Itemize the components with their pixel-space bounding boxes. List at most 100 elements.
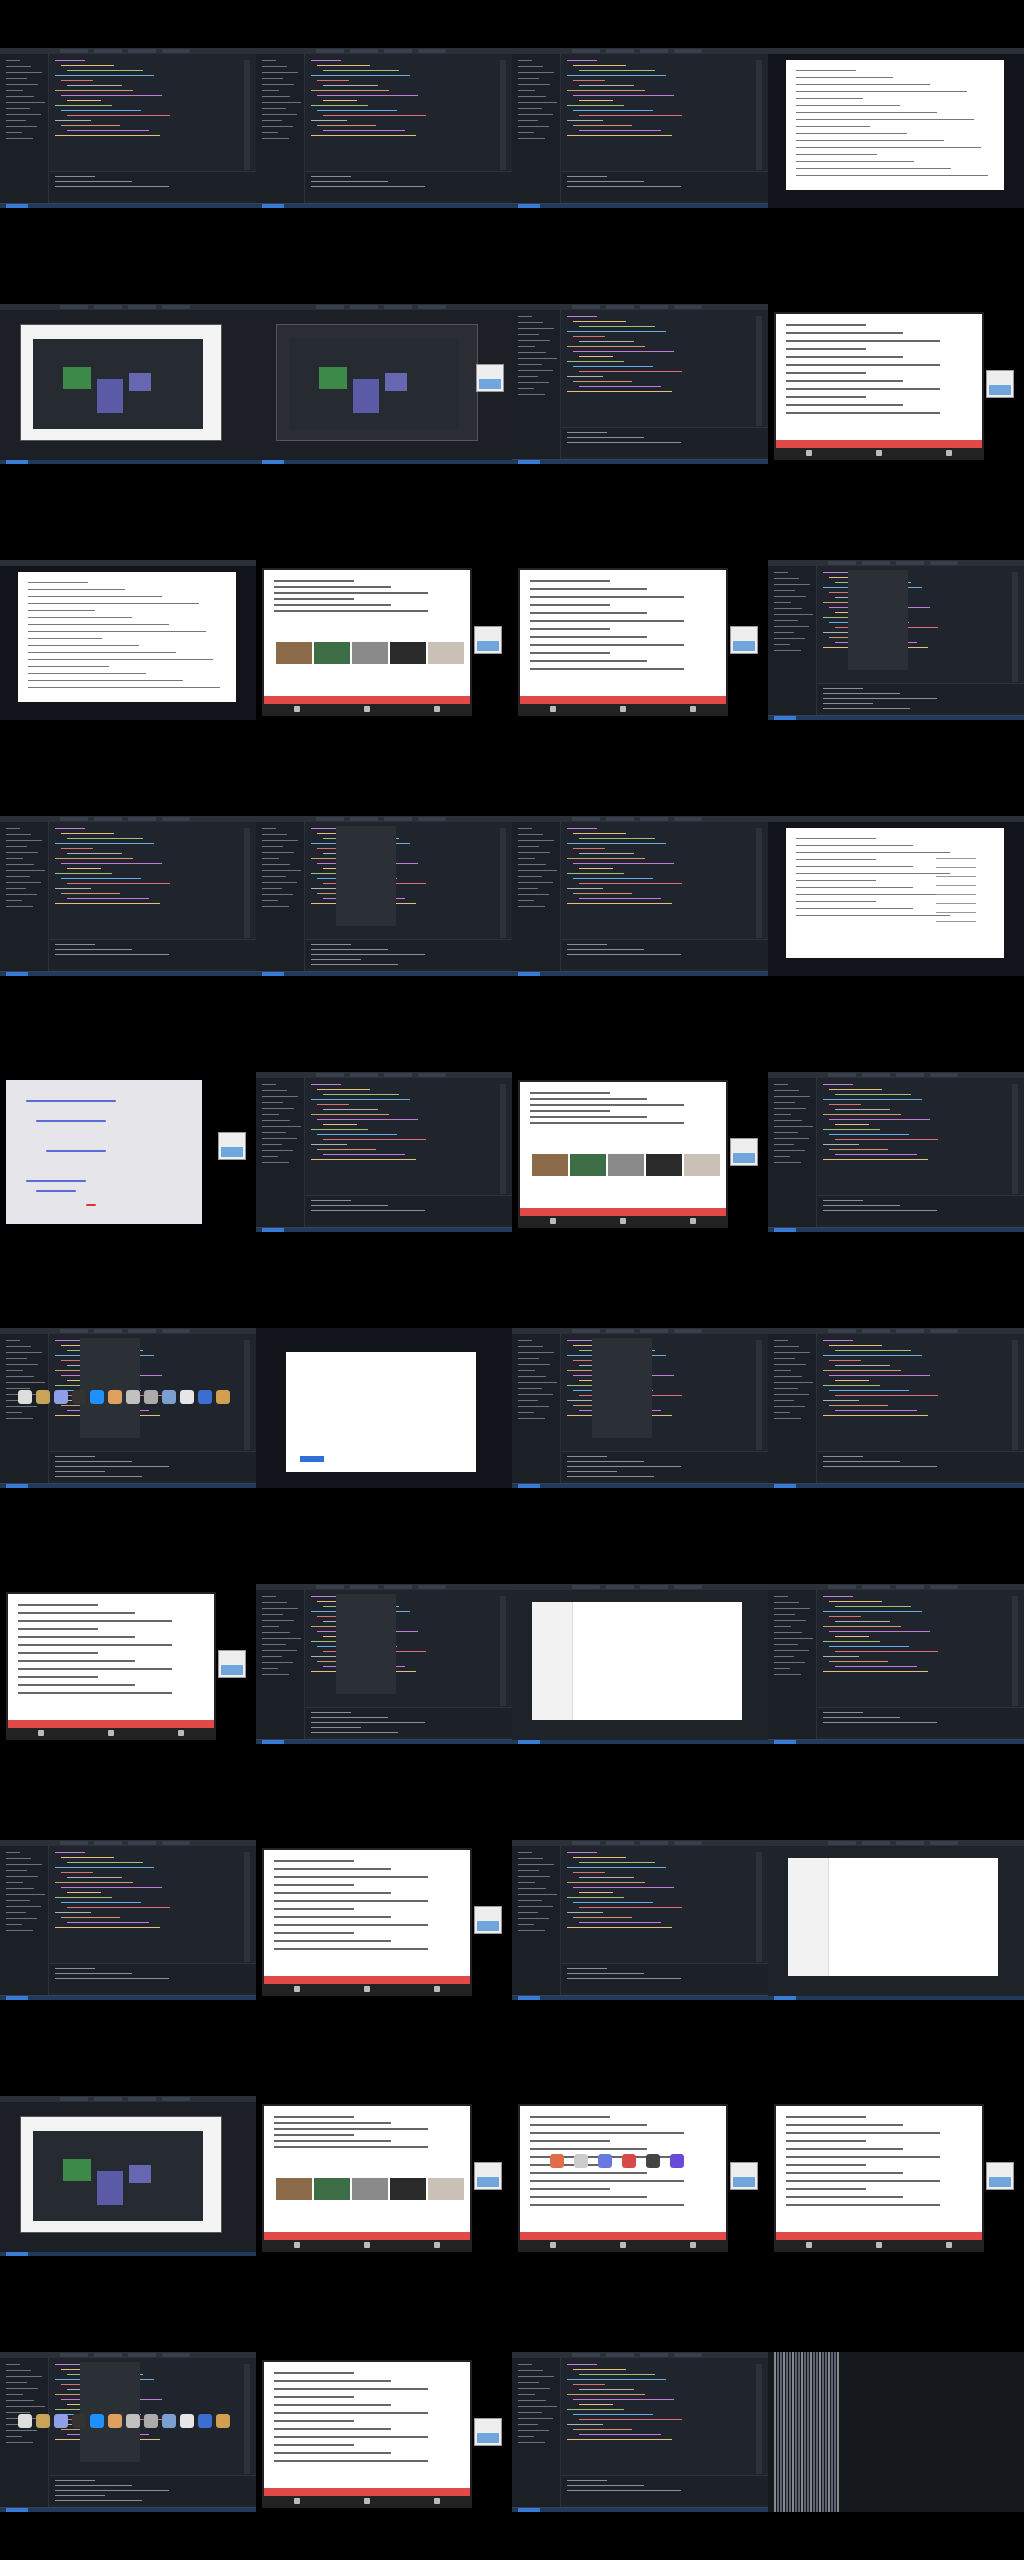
app-icon[interactable] bbox=[622, 2154, 636, 2168]
editor-tab[interactable] bbox=[316, 49, 344, 53]
file-item[interactable] bbox=[6, 1924, 22, 1925]
file-item[interactable] bbox=[262, 1102, 283, 1103]
editor-tab[interactable] bbox=[128, 817, 156, 821]
file-item[interactable] bbox=[518, 1340, 532, 1341]
editor-tab[interactable] bbox=[640, 49, 668, 53]
file-item[interactable] bbox=[518, 382, 549, 383]
slide-thumbnail[interactable] bbox=[276, 642, 312, 664]
next-icon[interactable] bbox=[434, 2242, 440, 2248]
file-item[interactable] bbox=[6, 1340, 20, 1341]
screenshot-tile-slide_img[interactable] bbox=[256, 560, 512, 720]
file-item[interactable] bbox=[262, 1632, 290, 1633]
file-item[interactable] bbox=[774, 1412, 790, 1413]
file-item[interactable] bbox=[518, 334, 539, 335]
slide-card[interactable] bbox=[262, 2360, 472, 2508]
app-icon[interactable] bbox=[550, 2154, 564, 2168]
file-item[interactable] bbox=[774, 632, 794, 633]
file-item[interactable] bbox=[6, 1352, 42, 1353]
music-icon[interactable] bbox=[162, 1390, 176, 1404]
terminal-panel[interactable] bbox=[561, 427, 768, 456]
editor-tab[interactable] bbox=[60, 1841, 88, 1845]
editor-tab[interactable] bbox=[316, 817, 344, 821]
file-item[interactable] bbox=[518, 900, 534, 901]
file-item[interactable] bbox=[6, 90, 23, 91]
file-item[interactable] bbox=[774, 1620, 806, 1621]
slide-card[interactable] bbox=[518, 568, 728, 716]
minimap[interactable] bbox=[244, 2364, 250, 2474]
file-item[interactable] bbox=[6, 882, 41, 883]
play-icon[interactable] bbox=[364, 1986, 370, 1992]
file-item[interactable] bbox=[518, 316, 532, 317]
dock[interactable] bbox=[14, 2412, 234, 2430]
editor-tab[interactable] bbox=[128, 49, 156, 53]
screenshot-tile-webapp[interactable] bbox=[0, 304, 256, 464]
app-icon[interactable] bbox=[646, 2154, 660, 2168]
primary-button[interactable] bbox=[300, 1456, 324, 1462]
music-icon[interactable] bbox=[162, 2414, 176, 2428]
file-item[interactable] bbox=[518, 66, 543, 67]
editor-tab[interactable] bbox=[674, 1841, 702, 1845]
file-item[interactable] bbox=[518, 1376, 546, 1377]
minimap[interactable] bbox=[756, 828, 762, 938]
file-item[interactable] bbox=[262, 84, 294, 85]
file-item[interactable] bbox=[518, 1346, 543, 1347]
file-item[interactable] bbox=[6, 2382, 27, 2383]
file-item[interactable] bbox=[262, 1126, 301, 1127]
file-item[interactable] bbox=[262, 906, 289, 907]
file-item[interactable] bbox=[262, 900, 278, 901]
file-item[interactable] bbox=[518, 1388, 542, 1389]
editor-tab[interactable] bbox=[350, 817, 378, 821]
editor-tab[interactable] bbox=[384, 1585, 412, 1589]
file-item[interactable] bbox=[262, 1144, 282, 1145]
screenshot-tile-ide[interactable] bbox=[512, 2352, 768, 2512]
editor-tab[interactable] bbox=[162, 1329, 190, 1333]
file-item[interactable] bbox=[6, 864, 34, 865]
file-item[interactable] bbox=[518, 126, 549, 127]
editor-tab[interactable] bbox=[640, 817, 668, 821]
file-item[interactable] bbox=[262, 1132, 286, 1133]
screenshot-tile-slide_img[interactable] bbox=[512, 1072, 768, 1232]
slide-thumbnail[interactable] bbox=[428, 642, 464, 664]
file-explorer[interactable] bbox=[512, 822, 561, 972]
file-item[interactable] bbox=[6, 888, 26, 889]
file-item[interactable] bbox=[6, 1358, 27, 1359]
docs-sidebar[interactable] bbox=[532, 1602, 573, 1720]
file-item[interactable] bbox=[518, 1900, 542, 1901]
editor-tab[interactable] bbox=[60, 2353, 88, 2357]
file-explorer[interactable] bbox=[512, 1334, 561, 1484]
file-item[interactable] bbox=[518, 852, 550, 853]
file-item[interactable] bbox=[6, 876, 30, 877]
file-item[interactable] bbox=[774, 1120, 802, 1121]
file-item[interactable] bbox=[774, 1370, 791, 1371]
terminal-panel[interactable] bbox=[49, 2475, 256, 2504]
preview-icon[interactable] bbox=[216, 1390, 230, 1404]
file-item[interactable] bbox=[6, 2364, 20, 2365]
file-item[interactable] bbox=[774, 1358, 795, 1359]
prev-icon[interactable] bbox=[550, 1218, 556, 1224]
file-item[interactable] bbox=[262, 114, 297, 115]
screenshot-tile-ide_panel[interactable] bbox=[256, 1584, 512, 1744]
editor-tab[interactable] bbox=[674, 49, 702, 53]
editor-tab[interactable] bbox=[896, 1329, 924, 1333]
terminal-panel[interactable] bbox=[561, 1963, 768, 1992]
file-item[interactable] bbox=[518, 1364, 550, 1365]
file-item[interactable] bbox=[518, 1894, 557, 1895]
slide-card[interactable] bbox=[262, 568, 472, 716]
file-item[interactable] bbox=[518, 864, 546, 865]
file-item[interactable] bbox=[262, 876, 286, 877]
screenshot-tile-ide[interactable] bbox=[512, 304, 768, 464]
terminal-panel[interactable] bbox=[817, 683, 1024, 712]
prev-icon[interactable] bbox=[550, 706, 556, 712]
editor-tab[interactable] bbox=[674, 305, 702, 309]
editor-tab[interactable] bbox=[572, 817, 600, 821]
settings-icon[interactable] bbox=[180, 1390, 194, 1404]
editor-tab[interactable] bbox=[418, 305, 446, 309]
file-item[interactable] bbox=[518, 906, 545, 907]
play-icon[interactable] bbox=[876, 2242, 882, 2248]
file-item[interactable] bbox=[6, 1346, 31, 1347]
file-item[interactable] bbox=[518, 1400, 538, 1401]
editor-tab[interactable] bbox=[384, 817, 412, 821]
file-item[interactable] bbox=[518, 2436, 534, 2437]
file-item[interactable] bbox=[518, 1382, 557, 1383]
file-item[interactable] bbox=[774, 644, 790, 645]
